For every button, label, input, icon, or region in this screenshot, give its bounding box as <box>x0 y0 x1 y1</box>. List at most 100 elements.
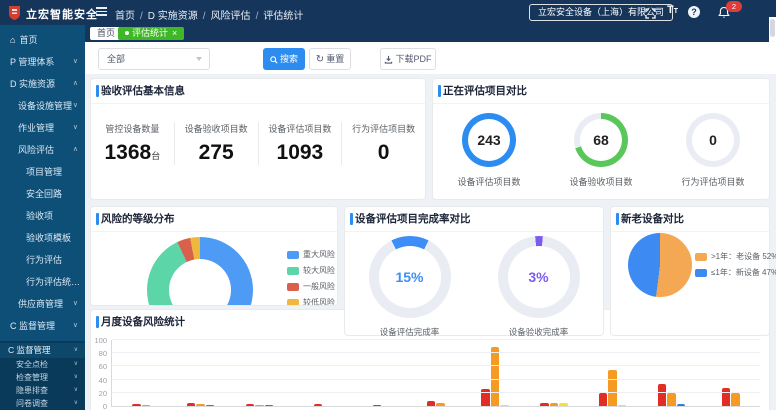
sidebar-item[interactable]: 供应商管理∨ <box>0 293 85 315</box>
help-icon[interactable]: ? <box>688 6 700 18</box>
sidebar-submenu-item[interactable]: 安全点检∨ <box>0 358 85 371</box>
stat-label: 设备验收项目数 <box>175 122 258 135</box>
chevron-down-icon: ∨ <box>74 384 78 397</box>
bar-较大风险 <box>196 404 205 406</box>
chevron-down-icon: ∨ <box>74 397 78 410</box>
sidebar-item-label: D 实施资源 <box>10 79 55 89</box>
bar-较大风险 <box>142 405 151 406</box>
gridline <box>112 379 760 380</box>
legend-swatch <box>287 267 299 275</box>
sidebar-item[interactable]: 安全回路 <box>0 183 85 205</box>
sidebar-item-label: 行为评估统… <box>26 277 80 287</box>
sidebar-item[interactable]: 设备设施管理∨ <box>0 95 85 117</box>
sidebar-item[interactable]: C 监督管理∨ <box>0 315 85 337</box>
ring-behavior-assessment: 0 行为评估项目数 <box>657 113 769 188</box>
page-scrollbar[interactable] <box>769 17 776 57</box>
sidebar-item[interactable]: 风险评估∧ <box>0 139 85 161</box>
sidebar-item-label: 设备设施管理 <box>18 101 72 111</box>
breadcrumb-item[interactable]: 风险评估 <box>211 11 251 22</box>
gridline <box>112 339 760 340</box>
bar-重大风险 <box>187 403 196 406</box>
sidebar-item-label: 项目管理 <box>26 167 62 177</box>
reset-icon: ↻ <box>316 54 324 65</box>
stat-unit: 台 <box>151 151 160 161</box>
legend-swatch <box>695 269 707 277</box>
breadcrumb-separator: / <box>140 11 143 22</box>
sidebar-item-label: 供应商管理 <box>18 299 63 309</box>
chevron-down-icon: ∨ <box>74 343 78 358</box>
bar-重大风险 <box>246 404 255 406</box>
sidebar-item-label: 检查管理 <box>16 373 48 382</box>
card-in-progress: 正在评估项目对比 243 设备评估项目数 68 设备验收项目数 0 行为评估项目… <box>432 78 770 200</box>
bar-group: 2024-05 <box>524 340 583 406</box>
sidebar-item[interactable]: 验收项 <box>0 205 85 227</box>
breadcrumb-item[interactable]: 评估统计 <box>263 11 303 22</box>
ring-value: 68 <box>574 113 628 167</box>
tab-assessment-stats[interactable]: 评估统计× <box>118 27 184 40</box>
bar-group: 2024-04 <box>465 340 524 406</box>
font-size-icon[interactable]: TT <box>667 4 678 16</box>
bar-较大风险 <box>550 403 559 406</box>
legend-label: 较低风险 <box>303 297 335 306</box>
card-title: 验收评估基本信息 <box>91 79 425 104</box>
sidebar-item[interactable]: 行为评估 <box>0 249 85 271</box>
gauge-label: 设备评估完成率 <box>345 326 474 338</box>
ring-device-assessment: 243 设备评估项目数 <box>433 113 545 188</box>
legend-item: 较低风险 <box>287 297 335 306</box>
stat-value: 1368台 <box>91 141 174 165</box>
sidebar-submenu-item[interactable]: 问卷调查∨ <box>0 397 85 410</box>
ring-label: 设备评估项目数 <box>433 175 545 188</box>
sidebar-item[interactable]: 作业管理∨ <box>0 117 85 139</box>
sidebar-item[interactable]: 项目管理 <box>0 161 85 183</box>
sidebar-item[interactable]: ⌂首页 <box>0 29 85 51</box>
chevron-up-icon: ∧ <box>73 73 78 95</box>
bar-一般风险 <box>618 405 627 406</box>
home-icon: ⌂ <box>10 35 15 45</box>
ring-chart: 68 <box>574 113 628 167</box>
tab-dot-icon <box>125 31 129 35</box>
reset-button[interactable]: ↻重置 <box>309 48 351 70</box>
filter-select[interactable]: 全部 <box>98 48 210 70</box>
bar-group: 2023-10 <box>112 340 171 406</box>
menu-collapse-icon[interactable] <box>96 7 107 18</box>
sidebar-submenu-header[interactable]: C 监督管理∨ <box>0 343 85 358</box>
bar-较大风险 <box>436 403 445 406</box>
gauge-label: 设备验收完成率 <box>474 326 603 338</box>
bar-groups: 2023-102023-112023-122024-012024-022024-… <box>112 340 760 406</box>
download-pdf-button[interactable]: 下载PDF <box>380 48 436 70</box>
gridline <box>112 392 760 393</box>
gauge-row: 15% 设备评估完成率 3% 设备验收完成率 <box>345 236 603 338</box>
search-button[interactable]: 搜索 <box>263 48 305 70</box>
sidebar-submenu-item[interactable]: 隐患排查∨ <box>0 384 85 397</box>
sidebar-item[interactable]: 验收项模板 <box>0 227 85 249</box>
breadcrumb-item[interactable]: 首页 <box>115 11 135 22</box>
card-risk-levels: 风险的等级分布 重大风险 较大风险 一般风险 较低风险 <box>90 206 338 306</box>
sidebar-item[interactable]: D 实施资源 ∧ <box>0 73 85 95</box>
bar-group: 2024-07 <box>642 340 701 406</box>
breadcrumb: 首页/D 实施资源/风险评估/评估统计 <box>115 7 306 22</box>
stat-acceptance-items: 设备验收项目数 275 <box>175 122 259 165</box>
bar-重大风险 <box>658 384 667 406</box>
fullscreen-icon[interactable] <box>645 6 656 24</box>
topbar: 立宏智能安全 首页/D 实施资源/风险评估/评估统计 立宏安全设备（上海）有限公… <box>0 0 776 25</box>
sidebar-item[interactable]: 行为评估统… <box>0 271 85 293</box>
bar-group: 2024-01 <box>289 340 348 406</box>
y-axis-tick-label: 0 <box>91 402 107 410</box>
bar-group: 2024-02 <box>348 340 407 406</box>
sidebar: ⌂首页P 管理体系∨D 实施资源∧设备设施管理∨作业管理∨风险评估∧项目管理安全… <box>0 25 85 410</box>
y-axis-tick-label: 60 <box>91 362 107 371</box>
sidebar-item[interactable]: P 管理体系∨ <box>0 51 85 73</box>
stat-managed-devices: 管控设备数量 1368台 <box>91 122 175 165</box>
close-icon[interactable]: × <box>172 28 177 38</box>
app-window: 立宏智能安全 首页/D 实施资源/风险评估/评估统计 立宏安全设备（上海）有限公… <box>0 0 776 410</box>
ring-value: 243 <box>462 113 516 167</box>
gauge-acceptance-completion: 3% 设备验收完成率 <box>474 236 603 338</box>
bar-一般风险 <box>559 403 568 406</box>
risk-donut-chart <box>147 237 253 306</box>
sidebar-submenu-panel: C 监督管理∨ 安全点检∨检查管理∨隐患排查∨问卷调查∨ <box>0 341 85 410</box>
scrollbar-thumb[interactable] <box>770 19 775 37</box>
breadcrumb-item[interactable]: D 实施资源 <box>148 11 198 22</box>
sidebar-submenu-item[interactable]: 检查管理∨ <box>0 371 85 384</box>
stat-value: 1093 <box>259 141 342 165</box>
bar-重大风险 <box>599 393 608 406</box>
